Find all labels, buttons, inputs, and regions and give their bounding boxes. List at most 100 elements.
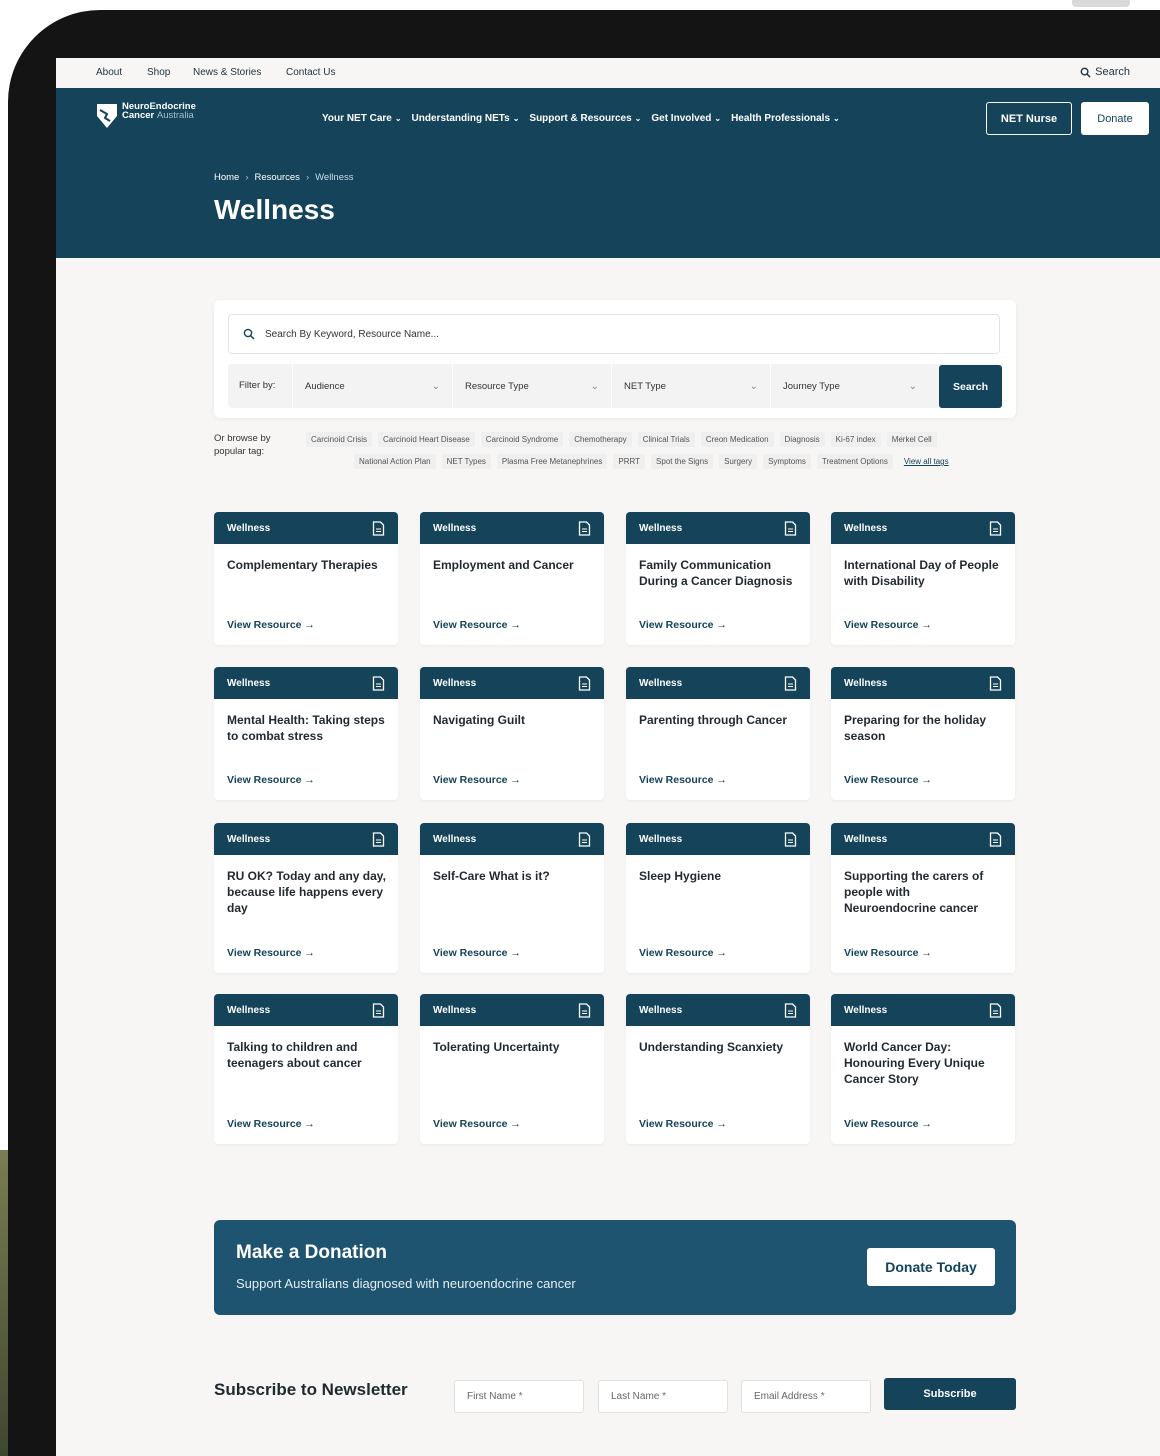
tag-item[interactable]: Merkel Cell xyxy=(886,432,937,447)
card-title[interactable]: Mental Health: Taking steps to combat st… xyxy=(227,712,387,744)
breadcrumb-home[interactable]: Home xyxy=(214,172,239,183)
card-title[interactable]: RU OK? Today and any day, because life h… xyxy=(227,868,387,916)
search-input[interactable]: Search By Keyword, Resource Name... xyxy=(228,314,1000,354)
card-title[interactable]: Self-Care What is it? xyxy=(433,868,593,884)
utility-link-about[interactable]: About xyxy=(96,67,122,78)
view-resource-link[interactable]: View Resource → xyxy=(639,774,727,786)
resource-card[interactable]: Wellness World Cancer Day: Honouring Ever… xyxy=(831,994,1015,1144)
nav-health-professionals[interactable]: Health Professionals ⌄ xyxy=(731,113,840,124)
card-category: Wellness xyxy=(433,1004,477,1016)
tag-item[interactable]: Diagnosis xyxy=(779,432,825,447)
tag-item[interactable]: Surgery xyxy=(719,454,758,469)
view-resource-link[interactable]: View Resource → xyxy=(227,947,315,959)
card-title[interactable]: Sleep Hygiene xyxy=(639,868,799,884)
logo-line-2-light: Australia xyxy=(156,110,194,121)
resource-card[interactable]: Wellness Supporting the carers of people … xyxy=(831,823,1015,973)
chevron-down-icon: ⌄ xyxy=(714,114,722,123)
view-resource-link[interactable]: View Resource → xyxy=(227,774,315,786)
site-logo[interactable]: NeuroEndocrine Cancer Australia xyxy=(96,102,196,130)
view-resource-link[interactable]: View Resource → xyxy=(433,947,521,959)
tag-item[interactable]: Ki-67 index xyxy=(830,432,881,447)
resource-type-select[interactable]: Resource Type ⌄ xyxy=(452,364,611,408)
card-title[interactable]: Complementary Therapies xyxy=(227,557,387,573)
view-resource-link[interactable]: View Resource → xyxy=(844,947,932,959)
utility-link-shop[interactable]: Shop xyxy=(147,67,170,78)
nav-support-resources[interactable]: Support & Resources ⌄ xyxy=(529,113,641,124)
resource-card[interactable]: Wellness Understanding Scanxiety View Reso… xyxy=(626,994,810,1144)
chevron-down-icon: ⌄ xyxy=(431,380,440,392)
card-title[interactable]: Family Communication During a Cancer Dia… xyxy=(639,557,799,589)
resource-card[interactable]: Wellness Parenting through Cancer View Res… xyxy=(626,667,810,800)
resource-card[interactable]: Wellness Navigating Guilt View Resource → xyxy=(420,667,604,800)
nav-label: Support & Resources xyxy=(529,113,632,124)
view-resource-link[interactable]: View Resource → xyxy=(227,619,315,631)
tag-item[interactable]: Chemotherapy xyxy=(569,432,632,447)
view-resource-link[interactable]: View Resource → xyxy=(639,619,727,631)
view-resource-link[interactable]: View Resource → xyxy=(433,1118,521,1130)
nav-understanding-nets[interactable]: Understanding NETs ⌄ xyxy=(412,113,520,124)
utility-link-news[interactable]: News & Stories xyxy=(193,67,261,78)
tag-item[interactable]: Treatment Options xyxy=(816,454,893,469)
tag-item[interactable]: Carcinoid Crisis xyxy=(306,432,373,447)
donate-today-button[interactable]: Donate Today xyxy=(867,1248,995,1286)
card-title[interactable]: Supporting the carers of people with Neu… xyxy=(844,868,1004,916)
resource-card[interactable]: Wellness Tolerating Uncertainty View Resou… xyxy=(420,994,604,1144)
resource-card[interactable]: Wellness Sleep Hygiene View Resource → xyxy=(626,823,810,973)
resource-card[interactable]: Wellness RU OK? Today and any day, becaus… xyxy=(214,823,398,973)
resource-card[interactable]: Wellness Family Communication During a Ca… xyxy=(626,512,810,645)
resource-card[interactable]: Wellness Complementary Therapies View Reso… xyxy=(214,512,398,645)
tag-item[interactable]: Spot the Signs xyxy=(651,454,714,469)
tag-item[interactable]: PRRT xyxy=(613,454,646,469)
resource-card[interactable]: Wellness Preparing for the holiday season… xyxy=(831,667,1015,800)
tag-item[interactable]: Creon Medication xyxy=(700,432,774,447)
view-resource-link[interactable]: View Resource → xyxy=(844,774,932,786)
breadcrumb-resources[interactable]: Resources xyxy=(255,172,300,183)
net-nurse-button[interactable]: NET Nurse xyxy=(986,102,1072,135)
utility-link-contact[interactable]: Contact Us xyxy=(286,67,335,78)
net-type-select[interactable]: NET Type ⌄ xyxy=(611,364,770,408)
view-all-tags-link[interactable]: View all tags xyxy=(899,454,954,469)
resource-card[interactable]: Wellness Employment and Cancer View Resour… xyxy=(420,512,604,645)
view-resource-link[interactable]: View Resource → xyxy=(844,1118,932,1130)
card-title[interactable]: Navigating Guilt xyxy=(433,712,593,728)
tag-item[interactable]: NET Types xyxy=(441,454,491,469)
resource-card[interactable]: Wellness International Day of People with… xyxy=(831,512,1015,645)
nav-your-net-care[interactable]: Your NET Care ⌄ xyxy=(322,113,402,124)
last-name-field[interactable]: Last Name * xyxy=(598,1380,728,1413)
tag-item[interactable]: Carcinoid Heart Disease xyxy=(378,432,475,447)
tag-item[interactable]: Carcinoid Syndrome xyxy=(480,432,564,447)
card-title[interactable]: International Day of People with Disabil… xyxy=(844,557,1004,589)
journey-type-select[interactable]: Journey Type ⌄ xyxy=(770,364,929,408)
card-title[interactable]: Preparing for the holiday season xyxy=(844,712,1004,744)
view-resource-link[interactable]: View Resource → xyxy=(227,1118,315,1130)
resource-card[interactable]: Wellness Self-Care What is it? View Resour… xyxy=(420,823,604,973)
card-header: Wellness xyxy=(214,823,398,855)
card-title[interactable]: Tolerating Uncertainty xyxy=(433,1039,593,1055)
donate-button[interactable]: Donate xyxy=(1081,102,1149,135)
card-title[interactable]: Parenting through Cancer xyxy=(639,712,799,728)
tags-row-2: National Action Plan NET Types Plasma Fr… xyxy=(354,454,954,469)
first-name-field[interactable]: First Name * xyxy=(454,1380,584,1413)
card-title[interactable]: World Cancer Day: Honouring Every Unique… xyxy=(844,1039,1004,1087)
tag-item[interactable]: Plasma Free Metanephrines xyxy=(496,454,608,469)
nav-get-involved[interactable]: Get Involved ⌄ xyxy=(651,113,721,124)
resource-card[interactable]: Wellness Talking to children and teenager… xyxy=(214,994,398,1144)
tag-item[interactable]: Symptoms xyxy=(763,454,811,469)
tag-item[interactable]: Clinical Trials xyxy=(637,432,695,447)
view-resource-link[interactable]: View Resource → xyxy=(844,619,932,631)
search-button[interactable]: Search xyxy=(939,365,1002,408)
view-resource-link[interactable]: View Resource → xyxy=(639,947,727,959)
view-resource-link[interactable]: View Resource → xyxy=(639,1118,727,1130)
view-resource-link[interactable]: View Resource → xyxy=(433,619,521,631)
email-field[interactable]: Email Address * xyxy=(741,1380,871,1413)
subscribe-button[interactable]: Subscribe xyxy=(884,1378,1016,1410)
resource-card[interactable]: Wellness Mental Health: Taking steps to c… xyxy=(214,667,398,800)
view-resource-link[interactable]: View Resource → xyxy=(433,774,521,786)
tag-item[interactable]: National Action Plan xyxy=(354,454,436,469)
utility-search[interactable]: Search xyxy=(1080,66,1130,78)
audience-select[interactable]: Audience ⌄ xyxy=(292,364,452,408)
card-title[interactable]: Talking to children and teenagers about … xyxy=(227,1039,387,1071)
card-title[interactable]: Understanding Scanxiety xyxy=(639,1039,799,1055)
document-icon xyxy=(578,831,591,847)
card-title[interactable]: Employment and Cancer xyxy=(433,557,593,573)
